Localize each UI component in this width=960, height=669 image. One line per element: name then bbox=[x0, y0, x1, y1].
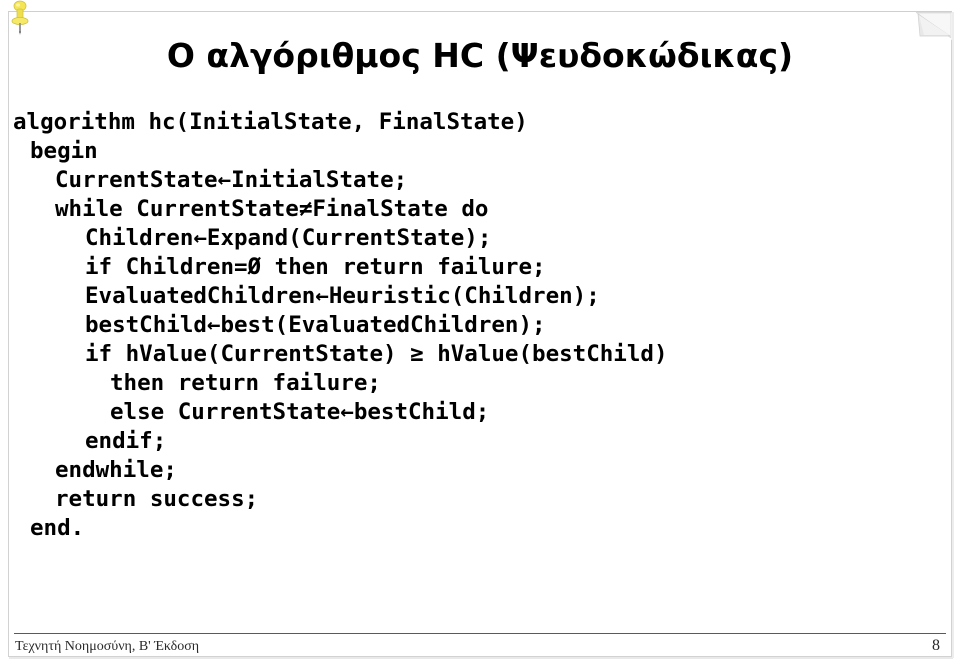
presentation-slide: Ο αλγόριθμος HC (Ψευδοκώδικας) algorithm… bbox=[0, 0, 960, 669]
pseudocode-line: else CurrentState←bestChild; bbox=[110, 399, 490, 425]
footer-text: Τεχνητή Νοημοσύνη, Β' Έκδοση bbox=[15, 639, 200, 654]
pseudocode-line: Children←Expand(CurrentState); bbox=[85, 225, 492, 251]
pseudocode-line: EvaluatedChildren←Heuristic(Children); bbox=[85, 283, 600, 309]
pseudocode-line: if Children=Ø then return failure; bbox=[85, 254, 546, 280]
pseudocode-line: if hValue(CurrentState) ≥ hValue(bestChi… bbox=[85, 341, 668, 367]
slide-bottom-shadow bbox=[9, 657, 953, 659]
pseudocode-line: CurrentState←InitialState; bbox=[55, 167, 408, 193]
pseudocode-line: bestChild←best(EvaluatedChildren); bbox=[85, 312, 546, 338]
pseudocode-line: then return failure; bbox=[110, 370, 381, 396]
page-number: 8 bbox=[932, 637, 940, 654]
pseudocode-line: endif; bbox=[85, 428, 167, 454]
pseudocode-line: begin bbox=[30, 138, 98, 164]
slide-right-shadow bbox=[952, 12, 954, 658]
pseudocode-block: algorithm hc(InitialState, FinalState) be… bbox=[0, 108, 930, 543]
footer-divider bbox=[14, 633, 946, 634]
page-title: Ο αλγόριθμος HC (Ψευδοκώδικας) bbox=[166, 36, 794, 75]
pseudocode-line: endwhile; bbox=[55, 457, 177, 483]
pseudocode-line: return success; bbox=[55, 486, 259, 512]
pseudocode-line: while CurrentState≠FinalState do bbox=[55, 196, 489, 222]
pushpin-icon bbox=[9, 0, 35, 36]
pseudocode-line: end. bbox=[30, 515, 85, 541]
pseudocode-line: algorithm hc(InitialState, FinalState) bbox=[13, 109, 528, 135]
